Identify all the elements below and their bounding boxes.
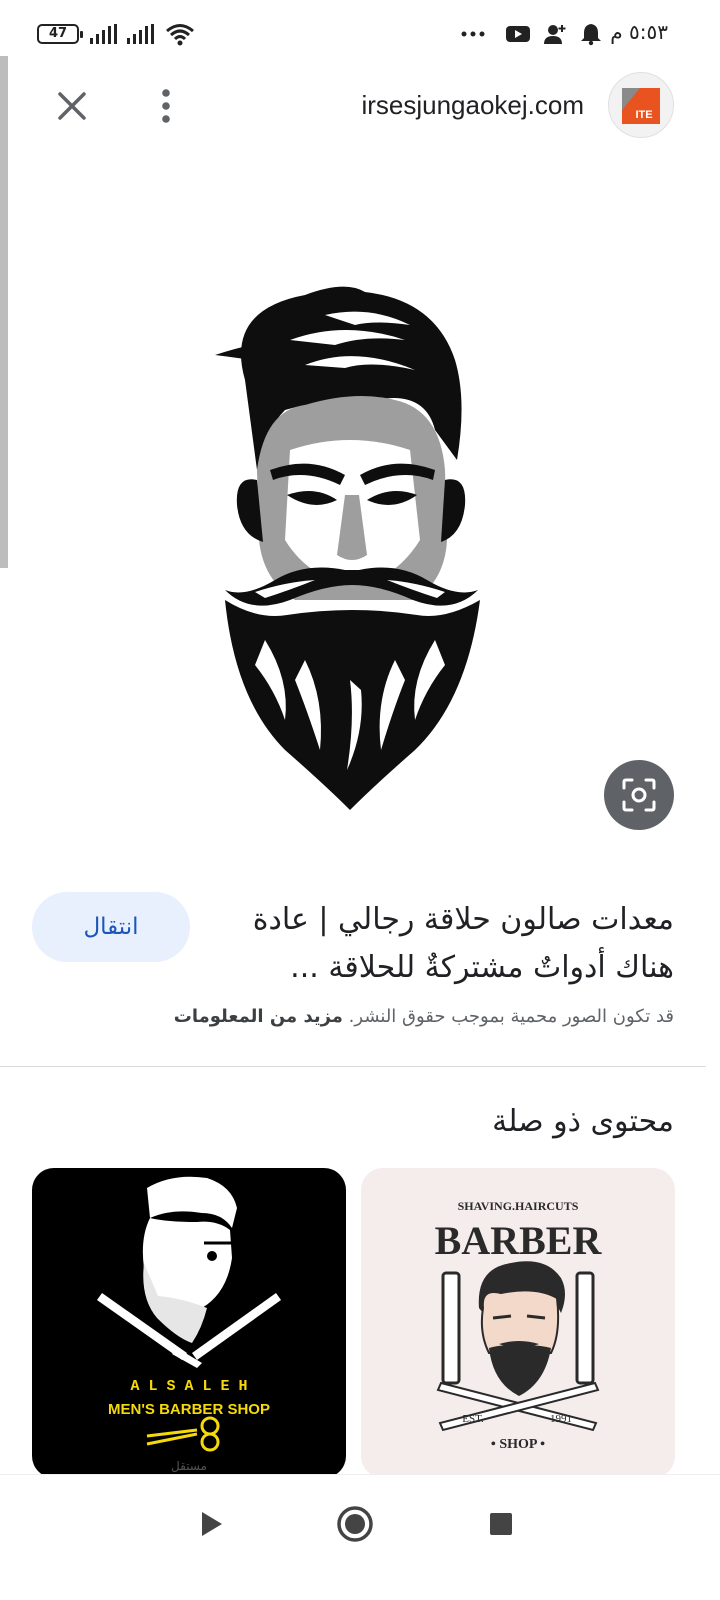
copyright-text: قد تكون الصور محمية بموجب حقوق النشر. — [348, 1006, 674, 1027]
page-title[interactable]: معدات صالون حلاقة رجالي | عادة هناك أدوا… — [234, 896, 674, 992]
logo-text: ITE — [635, 109, 652, 121]
related-card[interactable]: SHAVING.HAIRCUTS BARBER EST. 1991 • SHOP… — [361, 1168, 675, 1478]
barber-shop-logo: SHAVING.HAIRCUTS BARBER EST. 1991 • SHOP… — [435, 1199, 603, 1452]
site-logo[interactable]: ITE — [608, 72, 674, 138]
status-time: ٥:٥٣ م — [610, 20, 668, 44]
home-icon[interactable] — [336, 1505, 374, 1543]
card-main-word: BARBER — [435, 1218, 603, 1263]
al-saleh-barber-logo: A L S A L E H MEN'S BARBER SHOP مستقل — [97, 1176, 281, 1473]
battery-icon: 47 — [37, 24, 83, 44]
system-nav-bar — [0, 1474, 720, 1600]
recent-apps-icon[interactable] — [488, 1511, 514, 1537]
lens-search-icon — [622, 778, 656, 812]
status-bar: 47 ٥:٥٣ م — [0, 0, 720, 66]
card-shop: • SHOP • — [491, 1437, 545, 1452]
signal-icon — [127, 24, 154, 44]
more-info-link[interactable]: مزيد من المعلومات — [174, 1006, 343, 1027]
scissors-icon — [146, 1416, 220, 1452]
card-watermark: مستقل — [171, 1459, 207, 1473]
visit-button[interactable]: انتقال — [32, 892, 190, 962]
more-vert-icon[interactable] — [148, 84, 184, 128]
battery-level: 47 — [48, 26, 68, 41]
card-brand-line1: A L S A L E H — [130, 1378, 247, 1395]
copyright-notice: قد تكون الصور محمية بموجب حقوق النشر. مز… — [74, 1006, 674, 1027]
card-est: EST. — [462, 1413, 484, 1425]
source-domain[interactable]: irsesjungaokej.com — [361, 90, 584, 121]
card-year: 1991 — [550, 1413, 572, 1425]
site-logo-icon: ITE — [622, 88, 660, 124]
divider — [0, 1066, 706, 1067]
wifi-icon — [166, 24, 194, 46]
related-card[interactable]: A L S A L E H MEN'S BARBER SHOP مستقل — [32, 1168, 346, 1478]
main-image[interactable] — [195, 280, 505, 820]
card-tagline: SHAVING.HAIRCUTS — [458, 1199, 579, 1213]
lens-search-button[interactable] — [604, 760, 674, 830]
header: irsesjungaokej.com ITE — [0, 66, 720, 146]
more-dots-icon — [461, 31, 485, 37]
bell-icon — [581, 24, 601, 46]
signal-icon — [90, 24, 117, 44]
related-content-heading: محتوى ذو صلة — [492, 1104, 674, 1139]
youtube-icon — [506, 26, 530, 42]
back-icon[interactable] — [198, 1509, 226, 1539]
add-person-icon — [544, 25, 566, 44]
close-icon[interactable] — [50, 84, 94, 128]
card-brand-line2: MEN'S BARBER SHOP — [108, 1401, 270, 1418]
